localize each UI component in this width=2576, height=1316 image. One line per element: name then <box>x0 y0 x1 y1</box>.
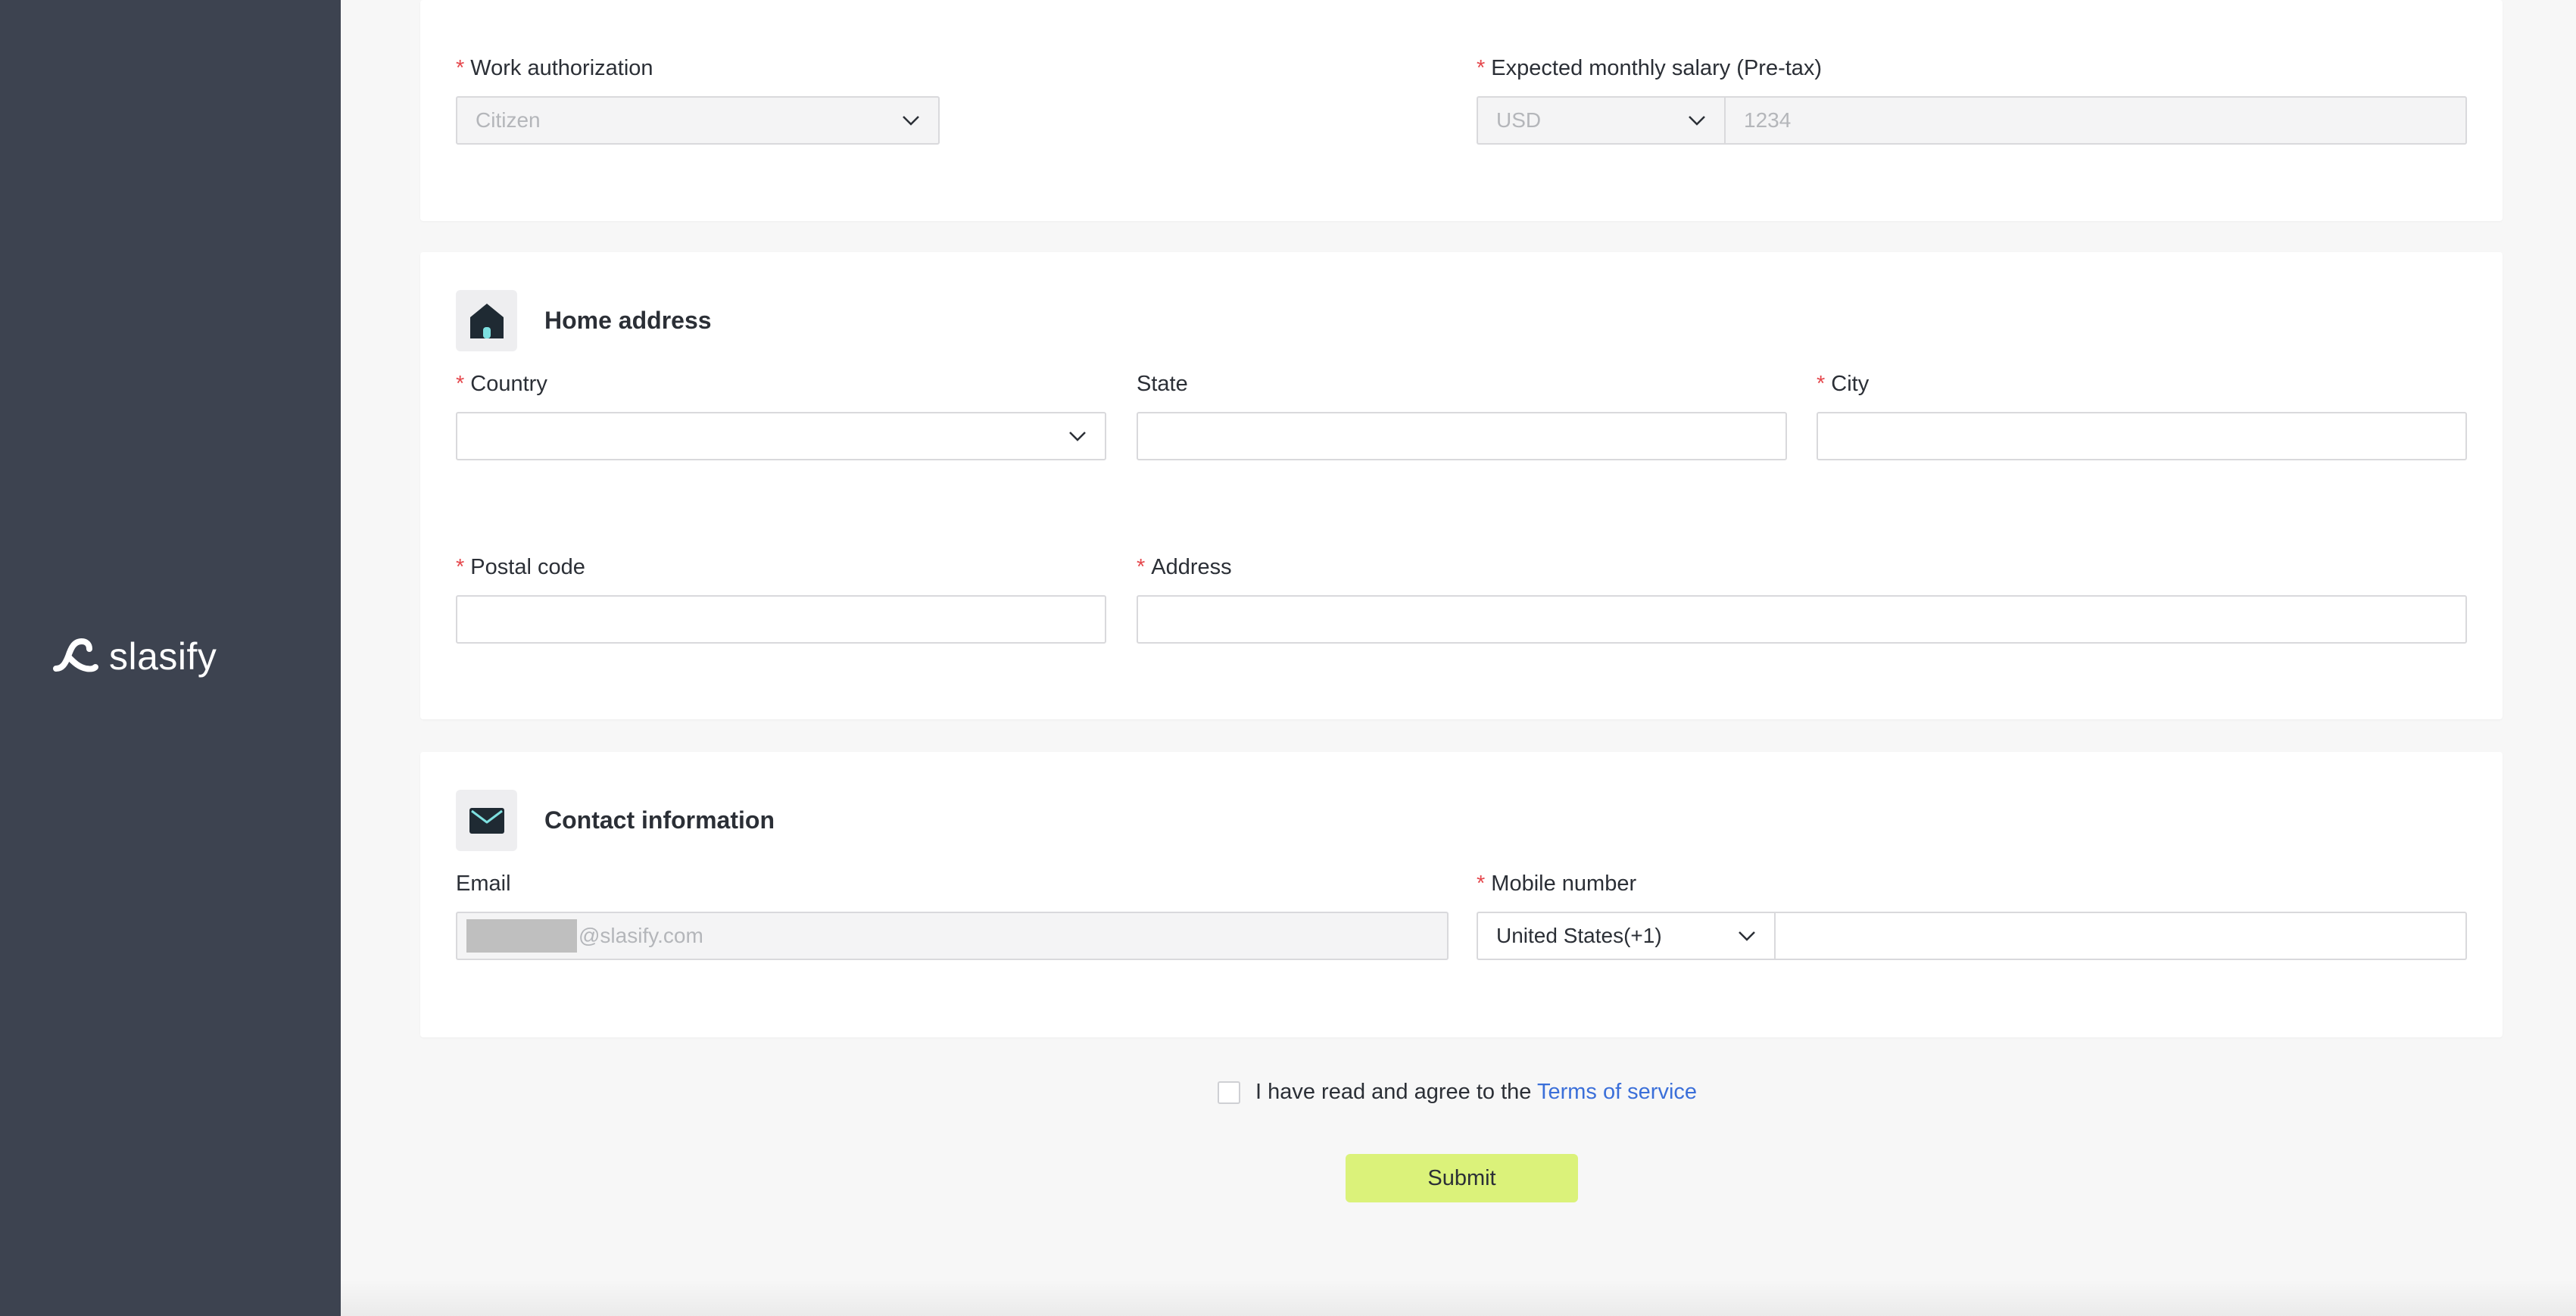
email-label: Email <box>456 872 511 896</box>
salary-combo: USD 1234 <box>1477 96 2467 145</box>
home-icon <box>469 303 504 338</box>
home-address-card: Home address * Country State * City * Posta… <box>420 252 2503 719</box>
work-authorization-field: * Work authorization Citizen <box>456 55 940 145</box>
city-label: City <box>1831 372 1870 396</box>
chevron-down-icon <box>1739 931 1755 941</box>
home-address-header: Home address <box>456 290 712 351</box>
contact-information-card: Contact information Email @slasify.com *… <box>420 752 2503 1037</box>
email-input[interactable]: @slasify.com <box>456 912 1449 960</box>
sidebar: slasify <box>0 0 341 1316</box>
chevron-down-icon <box>1069 432 1086 441</box>
home-address-title: Home address <box>544 307 712 334</box>
currency-select[interactable]: USD <box>1477 96 1724 145</box>
salary-field: * Expected monthly salary (Pre-tax) USD 1… <box>1477 55 2467 145</box>
email-field: Email @slasify.com <box>456 871 1449 960</box>
work-authorization-select[interactable]: Citizen <box>456 96 940 145</box>
work-card: * Work authorization Citizen * Expected mo… <box>420 0 2503 221</box>
terms-of-service-link[interactable]: Terms of service <box>1537 1080 1697 1104</box>
mobile-combo: United States(+1) <box>1477 912 2467 960</box>
contact-section-icon <box>456 790 517 851</box>
bottom-shadow <box>341 1280 2576 1316</box>
salary-label: Expected monthly salary (Pre-tax) <box>1491 56 1823 80</box>
mobile-label: Mobile number <box>1491 872 1637 896</box>
main-content: * Work authorization Citizen * Expected mo… <box>341 0 2576 1316</box>
address-label: Address <box>1151 555 1232 579</box>
chevron-down-icon <box>1689 116 1705 126</box>
currency-value: USD <box>1496 108 1542 132</box>
country-select[interactable] <box>456 412 1106 460</box>
slasify-logo-icon <box>53 638 98 672</box>
postal-code-field: * Postal code <box>456 554 1106 644</box>
brand-name: slasify <box>109 635 217 678</box>
city-field: * City <box>1817 371 2467 460</box>
address-field: * Address <box>1137 554 2467 644</box>
contact-information-title: Contact information <box>544 806 775 834</box>
terms-checkbox[interactable] <box>1218 1081 1240 1104</box>
address-input[interactable] <box>1137 595 2467 644</box>
home-section-icon <box>456 290 517 351</box>
terms-row: I have read and agree to the Terms of se… <box>1218 1080 1697 1105</box>
work-authorization-value: Citizen <box>476 108 541 132</box>
salary-amount-input[interactable]: 1234 <box>1724 96 2467 145</box>
chevron-down-icon <box>903 116 919 126</box>
brand-logo[interactable]: slasify <box>51 635 217 678</box>
state-field: State <box>1137 371 1787 460</box>
mobile-number-input[interactable] <box>1774 912 2467 960</box>
city-input[interactable] <box>1817 412 2467 460</box>
state-input[interactable] <box>1137 412 1787 460</box>
state-label: State <box>1137 372 1188 396</box>
country-code-value: United States(+1) <box>1496 924 1662 947</box>
country-label: Country <box>470 372 547 396</box>
contact-information-header: Contact information <box>456 790 775 851</box>
mobile-field: * Mobile number United States(+1) <box>1477 871 2467 960</box>
salary-amount-placeholder: 1234 <box>1744 108 1792 132</box>
postal-code-label: Postal code <box>470 555 585 579</box>
terms-text: I have read and agree to the <box>1255 1080 1532 1104</box>
email-redaction <box>466 919 577 953</box>
submit-button[interactable]: Submit <box>1346 1154 1578 1202</box>
postal-code-input[interactable] <box>456 595 1106 644</box>
work-authorization-label: Work authorization <box>470 56 653 80</box>
envelope-icon <box>469 807 504 834</box>
country-field: * Country <box>456 371 1106 460</box>
email-value: @slasify.com <box>579 924 703 947</box>
country-code-select[interactable]: United States(+1) <box>1477 912 1774 960</box>
